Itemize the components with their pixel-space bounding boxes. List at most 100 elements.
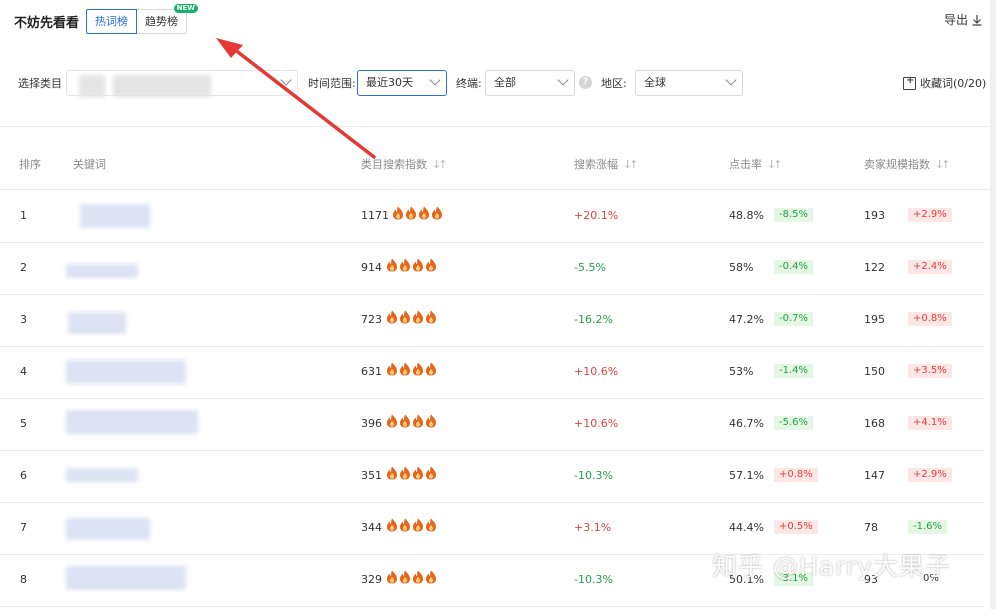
search-index-cell: 396 bbox=[361, 417, 382, 430]
col-keyword-label: 关键词 bbox=[73, 158, 106, 171]
rank-cell: 7 bbox=[20, 521, 27, 534]
blurred-keyword bbox=[66, 264, 138, 278]
flame-icon bbox=[413, 518, 423, 532]
blurred-keyword bbox=[66, 518, 150, 540]
flame-icon bbox=[419, 206, 429, 220]
flame-icon bbox=[387, 518, 397, 532]
search-index-cell: 914 bbox=[361, 261, 382, 274]
table-row[interactable]: 1 1171 +20.1% 48.8% -8.5% 193 +2.9% bbox=[0, 191, 984, 243]
growth-cell: +20.1% bbox=[574, 209, 619, 222]
flame-icon bbox=[400, 310, 410, 324]
chevron-down-icon bbox=[280, 74, 292, 86]
ctr-change-badge: +0.8% bbox=[774, 468, 818, 482]
seller-change-badge: +2.4% bbox=[908, 260, 952, 274]
ctr-change-badge: -1.4% bbox=[774, 364, 814, 378]
export-button[interactable]: 导出 bbox=[944, 11, 983, 28]
time-range-select[interactable]: 最近30天 bbox=[357, 70, 447, 96]
flame-icon bbox=[413, 414, 423, 428]
ctr-cell: 44.4% bbox=[729, 521, 764, 534]
collect-words-button[interactable]: 收藏词(0/20) bbox=[903, 75, 986, 91]
search-index-cell: 1171 bbox=[361, 209, 389, 222]
col-ctr[interactable]: 点击率 ↓↑ bbox=[729, 156, 783, 172]
growth-cell: -16.2% bbox=[574, 313, 613, 326]
col-rank: 排序 bbox=[19, 156, 41, 172]
blurred-keyword bbox=[66, 360, 186, 384]
seller-change-badge: -1.6% bbox=[908, 520, 948, 534]
heat-flames bbox=[386, 570, 437, 584]
tab-trend[interactable]: 趋势榜 NEW bbox=[137, 4, 198, 34]
flame-icon bbox=[413, 362, 423, 376]
region-value: 全球 bbox=[644, 76, 666, 89]
blurred-keyword bbox=[80, 204, 150, 228]
ctr-cell: 57.1% bbox=[729, 469, 764, 482]
rank-cell: 8 bbox=[20, 573, 27, 586]
heat-flames bbox=[386, 310, 437, 324]
col-seller-index-label: 卖家规模指数 bbox=[864, 158, 930, 171]
seller-index-cell: 193 bbox=[864, 209, 885, 222]
table-row[interactable]: 5 396 +10.6% 46.7% -5.6% 168 +4.1% bbox=[0, 399, 984, 451]
rank-cell: 1 bbox=[20, 209, 27, 222]
flame-icon bbox=[413, 310, 423, 324]
chevron-down-icon bbox=[557, 74, 569, 86]
sort-icon: ↓↑ bbox=[767, 157, 783, 171]
ctr-cell: 46.7% bbox=[729, 417, 764, 430]
growth-cell: +3.1% bbox=[574, 521, 612, 534]
search-index-cell: 723 bbox=[361, 313, 382, 326]
growth-cell: -10.3% bbox=[574, 573, 613, 586]
col-search-index[interactable]: 类目搜索指数 ↓↑ bbox=[361, 156, 448, 172]
flame-icon bbox=[426, 258, 436, 272]
flame-icon bbox=[413, 258, 423, 272]
heat-flames bbox=[386, 414, 437, 428]
top-bar: 不妨先看看 热词榜 趋势榜 NEW 导出 bbox=[0, 0, 996, 44]
growth-cell: -10.3% bbox=[574, 469, 613, 482]
col-rank-label: 排序 bbox=[19, 158, 41, 171]
seller-change-badge: +0.8% bbox=[908, 312, 952, 326]
channel-select[interactable]: 全部 bbox=[485, 70, 575, 96]
tab-hot-words[interactable]: 热词榜 bbox=[86, 9, 137, 34]
channel-value: 全部 bbox=[494, 76, 516, 89]
table-row[interactable]: 6 351 -10.3% 57.1% +0.8% 147 +2.9% bbox=[0, 451, 984, 503]
heat-flames bbox=[386, 466, 437, 480]
heat-flames bbox=[386, 258, 437, 272]
time-range-value: 最近30天 bbox=[366, 76, 413, 89]
blurred-category-2 bbox=[113, 75, 211, 97]
export-label: 导出 bbox=[944, 13, 969, 27]
col-growth[interactable]: 搜索涨幅 ↓↑ bbox=[574, 156, 639, 172]
flame-icon bbox=[426, 414, 436, 428]
col-growth-label: 搜索涨幅 bbox=[574, 158, 618, 171]
category-label: 选择类目 bbox=[18, 77, 62, 90]
flame-icon bbox=[400, 518, 410, 532]
chevron-down-icon bbox=[429, 74, 441, 86]
flame-icon bbox=[426, 466, 436, 480]
blurred-keyword bbox=[66, 468, 138, 482]
ranking-tabs: 热词榜 趋势榜 NEW bbox=[86, 4, 198, 34]
region-label: 地区: bbox=[601, 77, 627, 90]
flame-icon bbox=[426, 362, 436, 376]
flame-icon bbox=[400, 414, 410, 428]
scrollbar-track[interactable] bbox=[990, 0, 996, 609]
seller-index-cell: 147 bbox=[864, 469, 885, 482]
flame-icon bbox=[387, 570, 397, 584]
seller-index-cell: 122 bbox=[864, 261, 885, 274]
table-row[interactable]: 2 914 -5.5% 58% -0.4% 122 +2.4% bbox=[0, 243, 984, 295]
help-icon[interactable]: ? bbox=[579, 76, 592, 89]
flame-icon bbox=[426, 518, 436, 532]
ctr-change-badge: -5.6% bbox=[774, 416, 814, 430]
seller-index-cell: 168 bbox=[864, 417, 885, 430]
ctr-change-badge: -0.7% bbox=[774, 312, 814, 326]
col-seller-index[interactable]: 卖家规模指数 ↓↑ bbox=[864, 156, 951, 172]
table-row[interactable]: 4 631 +10.6% 53% -1.4% 150 +3.5% bbox=[0, 347, 984, 399]
table-row[interactable]: 3 723 -16.2% 47.2% -0.7% 195 +0.8% bbox=[0, 295, 984, 347]
sort-icon: ↓↑ bbox=[623, 157, 639, 171]
col-keyword: 关键词 bbox=[73, 156, 106, 172]
tab-trend-label: 趋势榜 bbox=[145, 15, 178, 28]
ctr-cell: 47.2% bbox=[729, 313, 764, 326]
search-index-cell: 351 bbox=[361, 469, 382, 482]
category-select[interactable] bbox=[66, 70, 298, 97]
region-select[interactable]: 全球 bbox=[635, 70, 743, 96]
time-range-label: 时间范围: bbox=[308, 77, 356, 90]
flame-icon bbox=[387, 310, 397, 324]
ctr-cell: 48.8% bbox=[729, 209, 764, 222]
seller-index-cell: 150 bbox=[864, 365, 885, 378]
blurred-keyword bbox=[68, 312, 126, 334]
